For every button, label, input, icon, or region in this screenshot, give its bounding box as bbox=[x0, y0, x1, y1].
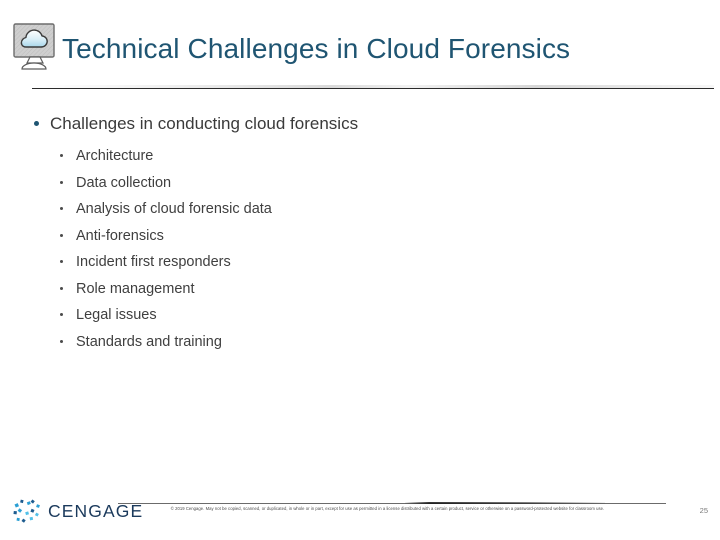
bullet-dot-icon bbox=[60, 339, 64, 343]
slide-title-area: Technical Challenges in Cloud Forensics bbox=[0, 14, 720, 89]
bullet-dot-icon bbox=[60, 313, 64, 317]
footer-divider-accent bbox=[405, 501, 605, 504]
list-item-label: Analysis of cloud forensic data bbox=[76, 201, 272, 217]
list-item-label: Data collection bbox=[76, 174, 172, 191]
cengage-dots-icon bbox=[12, 498, 42, 524]
main-bullet-label: Challenges in conducting cloud forensics bbox=[50, 114, 359, 133]
list-item: Role management bbox=[0, 276, 720, 303]
list-item-label: Standards and training bbox=[76, 333, 222, 350]
bullet-dot-icon bbox=[60, 180, 64, 184]
list-item: Standards and training bbox=[0, 329, 720, 356]
presentation-slide: Technical Challenges in Cloud Forensics … bbox=[0, 0, 720, 540]
list-item: Incident first responders bbox=[0, 249, 720, 276]
sub-bullet-list: Architecture Data collection Analysis of… bbox=[0, 143, 720, 355]
cloud-monitor-icon bbox=[12, 22, 58, 72]
main-bullet-item: Challenges in conducting cloud forensics bbox=[0, 112, 720, 136]
page-number: 25 bbox=[699, 506, 708, 515]
list-item-label: Anti-forensics bbox=[76, 227, 164, 244]
slide-body: Challenges in conducting cloud forensics… bbox=[0, 112, 720, 355]
list-item-label: Architecture bbox=[76, 148, 154, 164]
bullet-dot-icon bbox=[60, 260, 64, 264]
list-item: Analysis of cloud forensic data bbox=[0, 196, 720, 223]
list-item-label: Incident first responders bbox=[76, 254, 231, 270]
bullet-dot-icon bbox=[60, 207, 64, 211]
title-divider bbox=[32, 88, 714, 89]
bullet-dot-icon bbox=[60, 154, 64, 158]
copyright-text: © 2019 Cengage. May not be copied, scann… bbox=[170, 506, 605, 511]
list-item: Anti-forensics bbox=[0, 223, 720, 250]
bullet-dot-icon bbox=[60, 233, 64, 237]
cengage-logo: CENGAGE bbox=[12, 498, 143, 524]
page-title: Technical Challenges in Cloud Forensics bbox=[62, 33, 571, 64]
list-item: Legal issues bbox=[0, 302, 720, 329]
bullet-dot-icon bbox=[34, 121, 39, 126]
list-item: Data collection bbox=[0, 170, 720, 197]
list-item-label: Legal issues bbox=[76, 307, 157, 323]
bullet-dot-icon bbox=[60, 286, 64, 290]
slide-footer: CENGAGE © 2019 Cengage. May not be copie… bbox=[0, 492, 720, 540]
list-item-label: Role management bbox=[76, 280, 195, 297]
list-item: Architecture bbox=[0, 143, 720, 170]
